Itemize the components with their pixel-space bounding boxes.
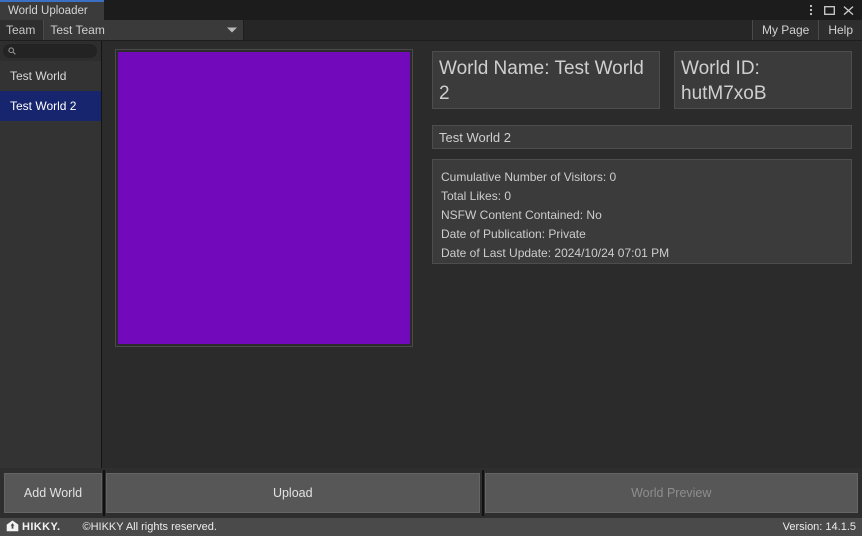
- stat-nsfw: NSFW Content Contained: No: [441, 206, 843, 225]
- hikky-house-icon: [6, 520, 19, 535]
- tab-label: World Uploader: [8, 5, 88, 17]
- team-select[interactable]: Test Team: [44, 20, 244, 40]
- stat-date-publication: Date of Publication: Private: [441, 225, 843, 244]
- my-page-button[interactable]: My Page: [752, 20, 818, 40]
- world-name-text: World Name: Test World 2: [439, 58, 644, 104]
- list-item-label: Test World: [10, 69, 66, 83]
- world-list: Test World Test World 2: [0, 61, 101, 468]
- title-bar: World Uploader: [0, 0, 862, 20]
- main-content: World Name: Test World 2 World ID: hutM7…: [102, 41, 862, 468]
- tab-world-uploader[interactable]: World Uploader: [0, 0, 104, 20]
- world-preview-button[interactable]: World Preview: [485, 473, 859, 513]
- world-description-field[interactable]: Test World 2: [432, 125, 852, 149]
- world-thumbnail-frame[interactable]: [115, 49, 413, 347]
- stat-date-last-update: Date of Last Update: 2024/10/24 07:01 PM: [441, 244, 843, 263]
- list-item[interactable]: Test World: [0, 61, 101, 91]
- button-divider: [103, 470, 105, 516]
- world-uploader-window: World Uploader: [0, 0, 862, 536]
- toolbar-spacer: [244, 20, 752, 40]
- stat-visitors: Cumulative Number of Visitors: 0: [441, 168, 843, 187]
- team-select-value: Test Team: [50, 23, 104, 37]
- titlebar-spacer: [104, 0, 801, 20]
- world-stats-panel: Cumulative Number of Visitors: 0 Total L…: [432, 159, 852, 264]
- list-item-label: Test World 2: [10, 99, 76, 113]
- world-id-text: World ID: hutM7xoB: [681, 58, 767, 104]
- maximize-icon[interactable]: [820, 0, 839, 20]
- version-text: Version: 14.1.5: [783, 521, 856, 533]
- button-divider: [482, 470, 484, 516]
- hikky-logo: HIKKY.: [6, 520, 60, 535]
- search-icon: [8, 42, 16, 60]
- more-menu-icon[interactable]: [801, 0, 820, 20]
- upload-button[interactable]: Upload: [106, 473, 480, 513]
- toolbar: Team Test Team My Page Help: [0, 20, 862, 41]
- body: Test World Test World 2 World Name: Test…: [0, 41, 862, 468]
- hikky-logo-text: HIKKY.: [22, 521, 60, 533]
- chevron-down-icon: [227, 28, 237, 33]
- add-world-button[interactable]: Add World: [4, 473, 102, 513]
- close-icon[interactable]: [839, 0, 858, 20]
- world-thumbnail-image: [118, 52, 410, 344]
- search-box[interactable]: [3, 44, 97, 58]
- search-wrapper: [0, 41, 101, 61]
- search-input[interactable]: [20, 46, 92, 56]
- copyright-text: ©HIKKY All rights reserved.: [82, 521, 216, 533]
- action-button-bar: Add World Upload World Preview: [0, 468, 862, 518]
- world-name-panel: World Name: Test World 2: [432, 51, 660, 109]
- help-button[interactable]: Help: [818, 20, 862, 40]
- window-controls: [801, 0, 862, 20]
- list-item[interactable]: Test World 2: [0, 91, 101, 121]
- sidebar: Test World Test World 2: [0, 41, 102, 468]
- world-description-text: Test World 2: [439, 130, 511, 145]
- status-bar: HIKKY. ©HIKKY All rights reserved. Versi…: [0, 518, 862, 536]
- world-id-panel: World ID: hutM7xoB: [674, 51, 852, 109]
- stat-total-likes: Total Likes: 0: [441, 187, 843, 206]
- team-label: Team: [0, 20, 44, 40]
